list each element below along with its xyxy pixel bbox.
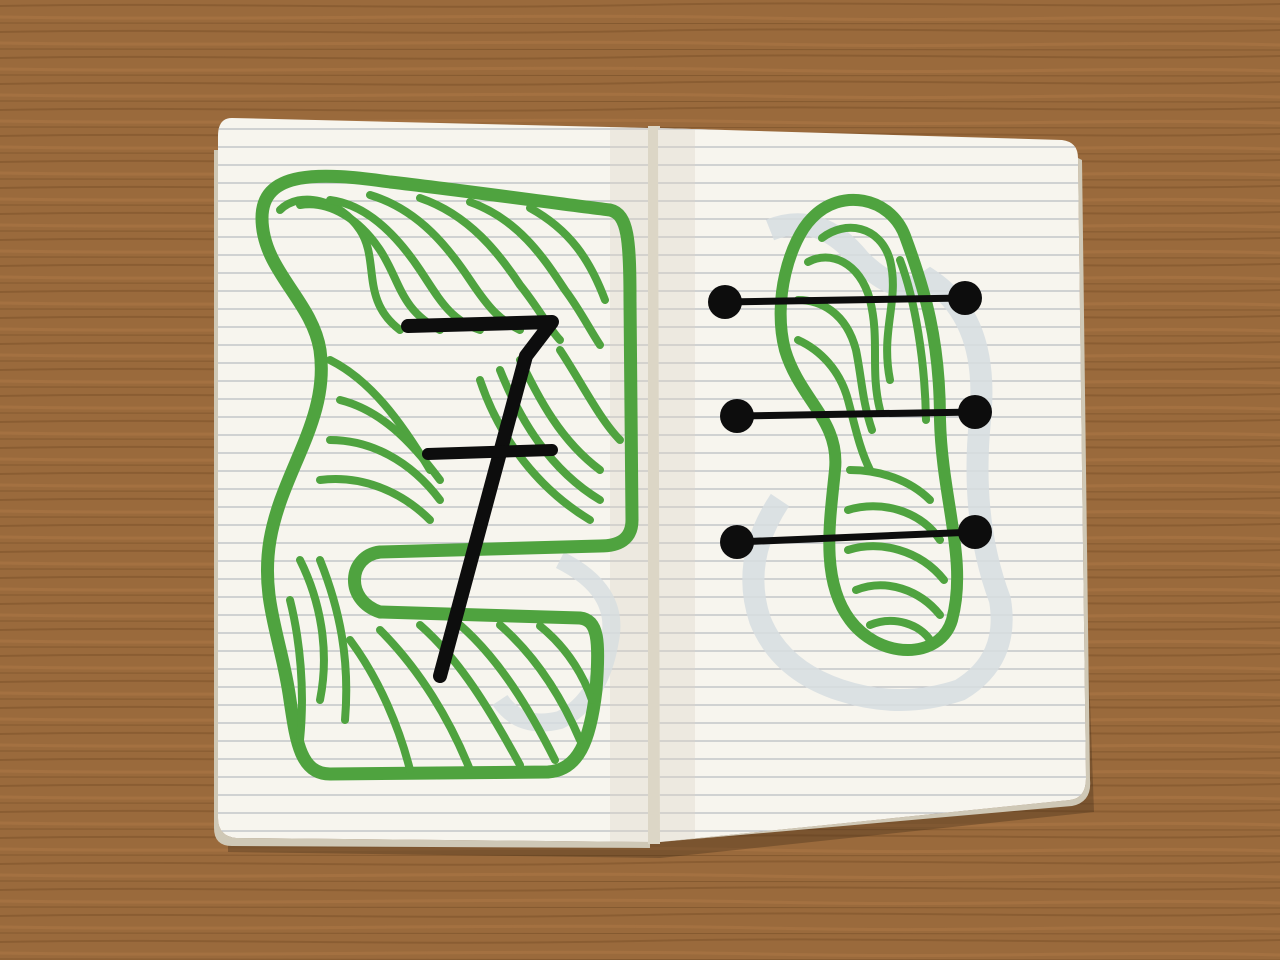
right-page	[658, 128, 1086, 842]
photo-scene: 7	[0, 0, 1280, 960]
notebook-gutter	[648, 126, 660, 844]
